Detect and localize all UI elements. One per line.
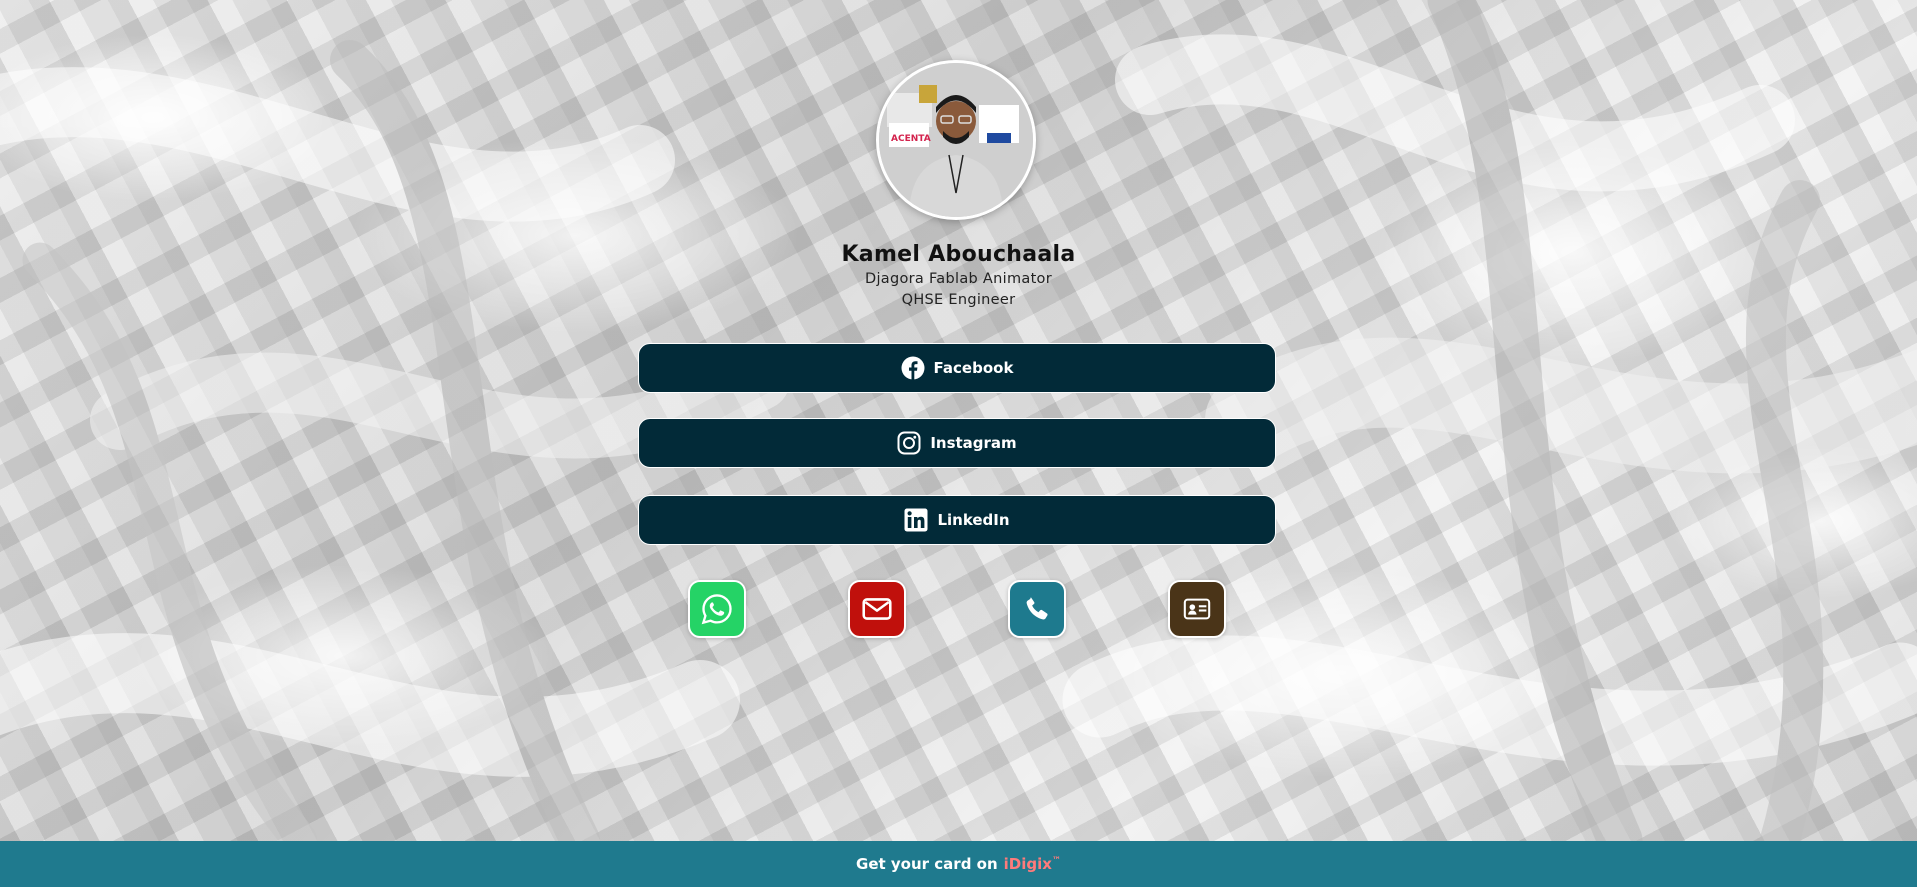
contact-card-button[interactable]: [1168, 580, 1226, 638]
facebook-label: Facebook: [933, 359, 1014, 377]
profile-role: Djagora Fablab Animator: [864, 271, 1052, 287]
phone-icon: [1022, 594, 1052, 624]
email-button[interactable]: [848, 580, 906, 638]
footer-prefix: Get your card on: [856, 855, 998, 873]
whatsapp-button[interactable]: [688, 580, 746, 638]
contact-card-icon: [1182, 594, 1212, 624]
footer-trademark: ™: [1051, 856, 1061, 866]
linkedin-button[interactable]: LinkedIn: [638, 495, 1276, 545]
instagram-icon: [897, 431, 921, 455]
email-icon: [860, 592, 894, 626]
instagram-button[interactable]: Instagram: [638, 418, 1276, 468]
profile-title: QHSE Engineer: [901, 292, 1016, 308]
phone-button[interactable]: [1008, 580, 1066, 638]
linkedin-icon: [904, 508, 928, 532]
footer-brand: iDigix: [1003, 855, 1052, 873]
profile-avatar: ACENTA: [876, 60, 1036, 220]
linkedin-label: LinkedIn: [937, 511, 1010, 529]
footer-banner[interactable]: Get your card on iDigix™: [0, 841, 1917, 887]
footer-brand-link[interactable]: iDigix™: [1004, 855, 1061, 873]
whatsapp-icon: [700, 592, 734, 626]
facebook-icon: [901, 356, 925, 380]
profile-name: Kamel Abouchaala: [841, 242, 1076, 267]
facebook-button[interactable]: Facebook: [638, 343, 1276, 393]
svg-text:ACENTA: ACENTA: [891, 134, 931, 144]
instagram-label: Instagram: [930, 434, 1017, 452]
